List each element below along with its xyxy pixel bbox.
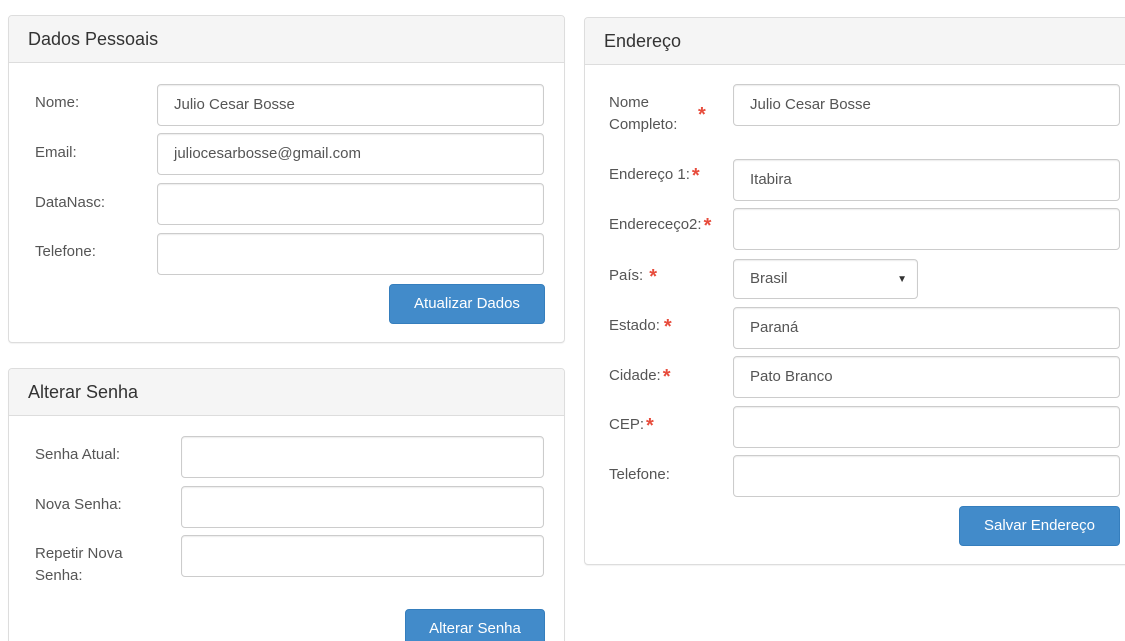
city-label: Cidade: *: [609, 365, 671, 388]
personal-data-heading: Dados Pessoais: [9, 16, 564, 63]
save-address-button[interactable]: Salvar Endereço: [959, 506, 1120, 546]
required-star: *: [691, 165, 700, 187]
state-label-text: Estado:: [609, 317, 660, 334]
change-password-heading: Alterar Senha: [9, 369, 564, 416]
country-label-text: País:: [609, 267, 644, 284]
address-heading: Endereço: [585, 18, 1125, 65]
update-data-button[interactable]: Atualizar Dados: [389, 284, 545, 324]
address1-label: Endereço 1: *: [609, 164, 700, 187]
fullname-input[interactable]: Julio Cesar Bosse: [733, 84, 1120, 126]
required-star: *: [703, 215, 712, 237]
state-label: Estado: *: [609, 315, 672, 338]
required-star: *: [663, 316, 672, 338]
birthdate-label: DataNasc:: [35, 194, 106, 211]
city-label-text: Cidade:: [609, 367, 661, 384]
repeat-password-label-line2: Senha:: [35, 567, 83, 584]
repeat-password-label: Repetir Nova Senha:: [35, 543, 123, 587]
address1-input[interactable]: Itabira: [733, 159, 1120, 201]
fullname-label-line2: Completo:: [609, 116, 678, 133]
repeat-password-label-line1: Repetir Nova: [35, 545, 123, 562]
address-phone-label: Telefone:: [609, 466, 670, 483]
address2-input[interactable]: [733, 208, 1120, 250]
zip-label: CEP: *: [609, 414, 654, 437]
zip-input[interactable]: [733, 406, 1120, 448]
chevron-down-icon: ▼: [897, 274, 907, 285]
country-select[interactable]: Brasil ▼: [733, 259, 918, 299]
zip-label-text: CEP:: [609, 416, 645, 433]
address1-label-text: Endereço 1:: [609, 166, 690, 183]
fullname-label-line1: Nome: [609, 94, 650, 111]
personal-phone-label: Telefone:: [35, 243, 96, 260]
personal-phone-input[interactable]: [157, 233, 544, 275]
change-password-button[interactable]: Alterar Senha: [405, 609, 545, 641]
required-star: *: [662, 366, 671, 388]
address2-label: Endereceço2: *: [609, 214, 711, 237]
name-input[interactable]: Julio Cesar Bosse: [157, 84, 544, 126]
state-input[interactable]: Paraná: [733, 307, 1120, 349]
birthdate-input[interactable]: [157, 183, 544, 225]
city-input[interactable]: Pato Branco: [733, 356, 1120, 398]
email-label: Email:: [35, 144, 77, 161]
required-star: *: [649, 266, 657, 288]
email-input[interactable]: juliocesarbosse@gmail.com: [157, 133, 544, 175]
country-label: País: *: [609, 265, 657, 288]
fullname-label: Nome Completo: *: [609, 92, 706, 136]
required-star: *: [698, 104, 706, 126]
address2-label-text: Endereceço2:: [609, 216, 702, 233]
current-password-label: Senha Atual:: [35, 446, 121, 463]
required-star: *: [646, 415, 654, 437]
repeat-password-input[interactable]: [181, 535, 544, 577]
new-password-label: Nova Senha:: [35, 496, 122, 513]
address-phone-input[interactable]: [733, 455, 1120, 497]
current-password-input[interactable]: [181, 436, 544, 478]
country-select-value: Brasil: [750, 270, 788, 287]
name-label: Nome:: [35, 94, 80, 111]
new-password-input[interactable]: [181, 486, 544, 528]
